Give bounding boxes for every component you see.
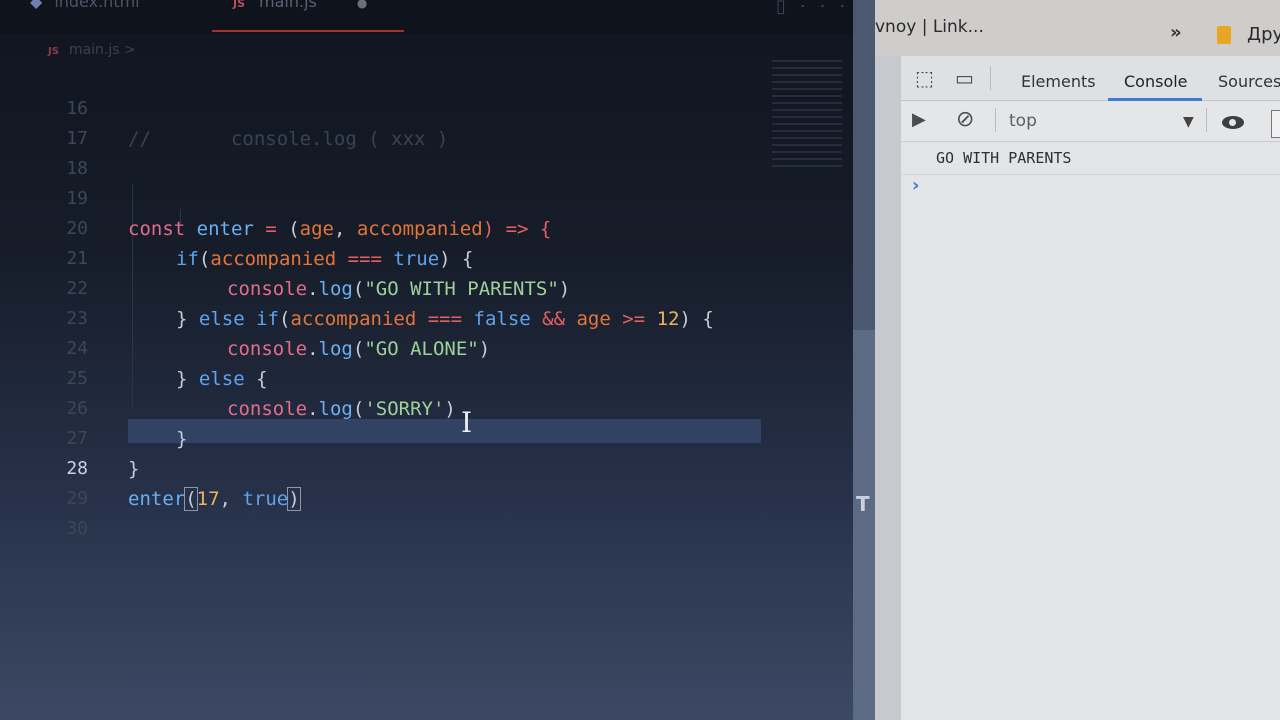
bookmarks-overflow-icon[interactable]: » (1170, 22, 1182, 43)
toolbar-divider (1206, 108, 1207, 132)
breadcrumb[interactable]: JS main.js > (48, 42, 136, 58)
device-toolbar-icon[interactable]: ▭ (955, 66, 974, 90)
code-line: 18 (0, 124, 855, 179)
tab-label: index.html (54, 0, 140, 11)
tab-index-html[interactable]: ◆ index.html (30, 0, 140, 26)
code-editor[interactable]: ◆ index.html JS main.js ● ▯··· JS main.js > … (0, 0, 855, 720)
code-line: 16 // console.log ( xxx ) (0, 64, 855, 150)
code-line: 21 console.log("GO WITH PARENTS") (0, 214, 855, 300)
js-file-icon: JS (48, 46, 59, 57)
sidebar-toggle-icon[interactable]: ▶ (912, 109, 926, 130)
text-cursor-icon: I (461, 406, 473, 439)
split-editor-icon[interactable]: ▯ (776, 0, 800, 17)
editor-actions: ▯··· (776, 0, 855, 17)
tab-label: main.js (259, 0, 317, 11)
live-expression-eye-icon[interactable] (1222, 116, 1244, 129)
browser-tab-title[interactable]: vnoy | Link... (875, 17, 984, 37)
unsaved-dot-icon[interactable]: ● (357, 0, 367, 10)
tab-main-js[interactable]: JS main.js ● (233, 0, 367, 26)
tab-console[interactable]: Console (1124, 72, 1188, 91)
code-line: 27 } (0, 394, 855, 480)
code-line-current: 28 enter(17, true) (0, 424, 855, 511)
code-line: 24 } else { (0, 304, 855, 390)
code-line: 30 (0, 484, 855, 539)
clear-console-icon[interactable]: ⊘ (956, 107, 974, 132)
code-line: 17 (0, 94, 855, 149)
breadcrumb-label: main.js > (68, 42, 136, 58)
bookmark-folder-icon[interactable] (1217, 26, 1231, 44)
inspect-element-icon[interactable]: ⬚ (915, 66, 934, 90)
more-actions-icon[interactable]: ··· (800, 0, 855, 17)
console-prompt-icon[interactable]: › (912, 175, 919, 196)
tab-elements[interactable]: Elements (1021, 72, 1096, 91)
filter-input[interactable] (1271, 110, 1280, 138)
console-message: GO WITH PARENTS (936, 149, 1072, 167)
toolbar-divider (990, 66, 991, 90)
bookmark-folder-label[interactable]: Дру (1247, 24, 1280, 45)
toolbar-divider (995, 108, 996, 132)
context-selector[interactable]: top (1009, 111, 1037, 131)
line-number: 30 (66, 518, 88, 539)
editor-scroll-thumb[interactable] (853, 330, 875, 720)
code-line: 26 } (0, 364, 855, 450)
code-line: 19 const enter = (age, accompanied) => { (0, 154, 855, 240)
js-file-icon: JS (233, 0, 246, 10)
code-line: 20 if(accompanied === true) { (0, 184, 855, 270)
code-line: 25 console.log('SORRY') (0, 334, 855, 420)
code-line: 22 } else if(accompanied === false && ag… (0, 244, 855, 330)
active-tab-indicator (212, 30, 404, 32)
scroll-marker-icon: T (856, 492, 870, 516)
code-line: 23 console.log("GO ALONE") (0, 274, 855, 360)
code-line: 29 (0, 454, 855, 509)
chevron-down-icon[interactable]: ▼ (1183, 114, 1194, 130)
html-file-icon: ◆ (30, 0, 43, 11)
devtools-resize-gutter[interactable] (875, 56, 901, 720)
tab-sources[interactable]: Sources (1218, 72, 1280, 91)
